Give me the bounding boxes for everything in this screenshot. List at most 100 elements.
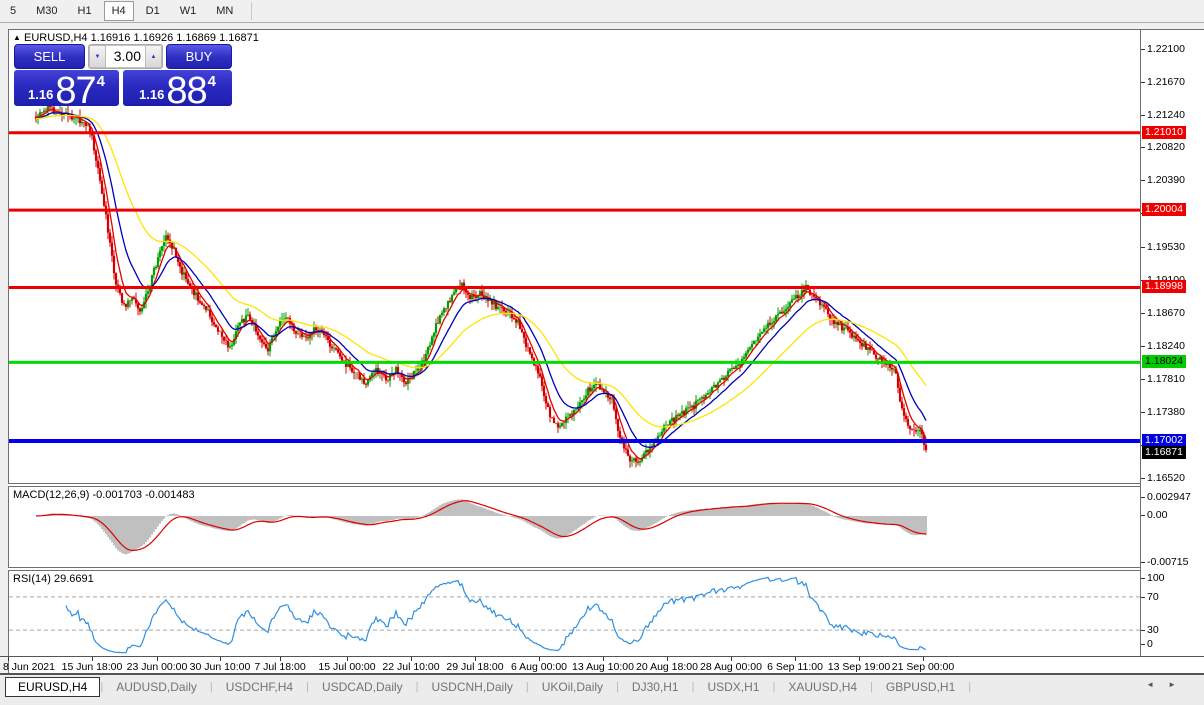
price-tick-mark [1141,147,1145,148]
date-label: 6 Sep 11:00 [767,661,823,673]
timeframe-button-h1[interactable]: H1 [70,2,100,20]
price-tick-mark [1141,115,1145,116]
timeframe-button-h4[interactable]: H4 [104,1,134,21]
chart-tab-xauusd[interactable]: XAUUSD,H4 [775,677,870,697]
chart-tab-usdcnh[interactable]: USDCNH,Daily [419,677,526,697]
rsi-tick-mark [1141,578,1145,579]
rsi-tick-label: 0 [1147,638,1153,650]
price-tick-mark [1141,247,1145,248]
main-macd-splitter[interactable] [8,483,1140,487]
level-price-label: 1.21010 [1142,126,1186,139]
macd-tick-label: -0.00715 [1147,556,1188,568]
rsi-tick-label: 100 [1147,572,1165,584]
chart-tab-usdx[interactable]: USDX,H1 [694,677,772,697]
buy-price-prefix: 1.16 [139,88,164,101]
lot-increase-button[interactable]: ▲ [145,45,162,68]
timeframe-button-m30[interactable]: M30 [28,2,65,20]
date-label: 28 Aug 00:00 [700,661,762,673]
buy-price-big: 88 [166,76,206,106]
price-tick-label: 1.18240 [1147,340,1185,352]
chart-tab-gbpusd[interactable]: GBPUSD,H1 [873,677,968,697]
rsi-bottom-border [0,656,1204,657]
price-tick-label: 1.22100 [1147,43,1185,55]
price-tick-mark [1141,313,1145,314]
rsi-tick-label: 70 [1147,591,1159,603]
chart-tab-ukoil[interactable]: UKOil,Daily [529,677,616,697]
macd-tick-label: 0.002947 [1147,491,1191,503]
sell-price-prefix: 1.16 [28,88,53,101]
price-tick-mark [1141,412,1145,413]
rsi-tick-mark [1141,597,1145,598]
macd-tick-mark [1141,515,1145,516]
price-tick-mark [1141,346,1145,347]
date-label: 7 Jul 18:00 [254,661,305,673]
date-label: 15 Jun 18:00 [62,661,123,673]
rsi-tick-mark [1141,630,1145,631]
lot-decrease-button[interactable]: ▼ [89,45,106,68]
tab-scroll-arrows: ◄► [1146,680,1190,689]
date-label: 30 Jun 10:00 [190,661,251,673]
price-tick-mark [1141,49,1145,50]
collapse-panel-icon[interactable]: ▲ [13,33,21,42]
price-tick-label: 1.19530 [1147,241,1185,253]
tab-scroll-left-icon[interactable]: ◄ [1146,680,1168,689]
timeframe-button-d1[interactable]: D1 [138,2,168,20]
chart-symbol-period: EURUSD,H4 [24,32,88,44]
toolbar-separator [251,2,252,20]
chart-tab-usdchf[interactable]: USDCHF,H4 [213,677,306,697]
level-price-label: 1.20004 [1142,203,1186,216]
rsi-panel-canvas[interactable] [9,571,1140,655]
date-label: 20 Aug 18:00 [636,661,698,673]
price-tick-label: 1.17810 [1147,373,1185,385]
macd-rsi-splitter[interactable] [8,567,1140,571]
price-tick-label: 1.20820 [1147,141,1185,153]
tab-scroll-right-icon[interactable]: ► [1168,680,1190,689]
sell-price-button[interactable]: 1.16874 [14,70,119,106]
price-tick-mark [1141,180,1145,181]
timeframe-button-5[interactable]: 5 [2,2,24,20]
sell-price-big: 87 [55,76,95,106]
date-label: 22 Jul 10:00 [382,661,439,673]
rsi-tick-label: 30 [1147,624,1159,636]
macd-tick-mark [1141,497,1145,498]
chart-title: ▲ EURUSD,H4 1.16916 1.16926 1.16869 1.16… [13,32,259,44]
sell-price-pip: 4 [97,73,105,90]
chart-tab-bar: EURUSD,H4|AUDUSD,Daily|USDCHF,H4|USDCAD,… [0,674,1204,705]
chart-tab-eurusd[interactable]: EURUSD,H4 [5,677,100,697]
price-tick-mark [1141,478,1145,479]
date-label: 8 Jun 2021 [3,661,55,673]
rsi-indicator-label: RSI(14) 29.6691 [13,573,94,585]
price-tick-label: 1.16520 [1147,472,1185,484]
price-tick-mark [1141,379,1145,380]
one-click-trading-panel: SELL ▼ 3.00 ▲ BUY 1.16874 1.16884 [14,44,232,106]
lot-size-value[interactable]: 3.00 [106,45,145,68]
price-tick-mark [1141,82,1145,83]
date-label: 23 Jun 00:00 [127,661,188,673]
chart-tab-audusd[interactable]: AUDUSD,Daily [103,677,210,697]
price-tick-label: 1.18670 [1147,307,1185,319]
level-price-label: 1.18024 [1142,355,1186,368]
date-label: 15 Jul 00:00 [318,661,375,673]
date-label: 13 Aug 10:00 [572,661,634,673]
date-label: 29 Jul 18:00 [446,661,503,673]
price-tick-label: 1.17380 [1147,406,1185,418]
chart-ohlc-values: 1.16916 1.16926 1.16869 1.16871 [91,32,259,44]
price-tick-label: 1.20390 [1147,174,1185,186]
chart-tab-dj30[interactable]: DJ30,H1 [619,677,692,697]
date-label: 13 Sep 19:00 [828,661,890,673]
timeframe-button-w1[interactable]: W1 [172,2,205,20]
price-tick-label: 1.21240 [1147,109,1185,121]
buy-price-button[interactable]: 1.16884 [123,70,232,106]
chart-tab-usdcad[interactable]: USDCAD,Daily [309,677,416,697]
mt4-terminal-window: 5M30 H1H4D1W1MN ▲ EURUSD,H4 1.16916 1.169… [0,0,1204,705]
level-price-label: 1.18998 [1142,280,1186,293]
macd-tick-mark [1141,562,1145,563]
sell-button[interactable]: SELL [14,44,85,69]
date-label: 21 Sep 00:00 [892,661,954,673]
timeframe-button-mn[interactable]: MN [208,2,241,20]
lot-size-stepper: ▼ 3.00 ▲ [88,44,163,69]
current-price-label: 1.16871 [1142,446,1186,459]
price-tick-label: 1.21670 [1147,76,1185,88]
buy-price-pip: 4 [208,73,216,90]
buy-button[interactable]: BUY [166,44,232,69]
